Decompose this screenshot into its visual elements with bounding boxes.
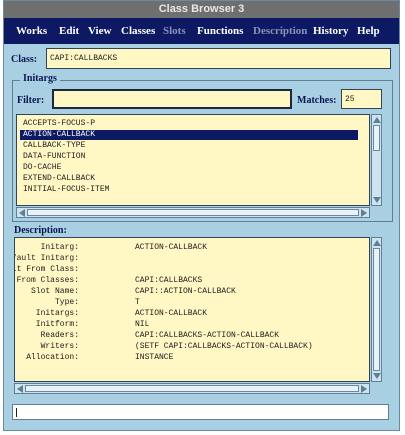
menu-edit[interactable]: Edit: [59, 25, 79, 37]
description-row: Readers: CAPI:CALLBACKS-ACTION-CALLBACK: [15, 330, 369, 341]
description-label: Description:: [14, 225, 67, 236]
menu-bar: Works Edit View Classes Slots Functions …: [4, 18, 399, 44]
class-browser-window: Class Browser 3 Works Edit View Classes …: [3, 0, 400, 431]
scroll-thumb[interactable]: [373, 248, 380, 371]
description-row: Default Initarg:: [15, 253, 369, 264]
menu-history[interactable]: History: [313, 25, 348, 37]
menu-works[interactable]: Works: [16, 25, 47, 37]
initargs-list[interactable]: ACCEPTS-FOCUS-P ACTION-CALLBACK CALLBACK…: [16, 114, 370, 206]
filter-label: Filter:: [17, 95, 45, 106]
description-row-label: Writers:: [40, 342, 79, 351]
description-row-value: T: [135, 298, 140, 307]
scroll-left-icon[interactable]: [19, 209, 25, 217]
description-row: Writers: (SETF CAPI:CALLBACKS-ACTION-CAL…: [15, 341, 369, 352]
scroll-up-icon[interactable]: [373, 117, 381, 123]
description-row-label: Readers:: [40, 331, 79, 340]
menu-slots: Slots: [163, 25, 186, 37]
description-row-label: Initarg:: [40, 243, 79, 252]
description-row: From Classes: CAPI:CALLBACKS: [15, 275, 369, 286]
window-title[interactable]: Class Browser 3: [4, 1, 399, 18]
list-vertical-scrollbar[interactable]: [371, 114, 382, 206]
description-row: Default From Class:: [15, 264, 369, 275]
description-row-value: CAPI::ACTION-CALLBACK: [135, 287, 236, 296]
list-item[interactable]: DATA-FUNCTION: [23, 152, 358, 162]
scroll-thumb[interactable]: [25, 385, 359, 392]
description-horizontal-scrollbar[interactable]: [14, 383, 370, 394]
description-row-value: ACTION-CALLBACK: [135, 243, 208, 252]
description-row-label: Initform:: [35, 320, 79, 329]
menu-description: Description: [253, 25, 308, 37]
description-pane[interactable]: Initarg: ACTION-CALLBACK Default Initarg…: [14, 237, 370, 382]
scroll-right-icon[interactable]: [361, 385, 367, 393]
description-row-label: Type:: [54, 298, 79, 307]
menu-classes[interactable]: Classes: [121, 25, 155, 37]
class-field[interactable]: CAPI:CALLBACKS: [46, 48, 391, 69]
filter-input[interactable]: [52, 89, 292, 109]
list-item[interactable]: CALLBACK-TYPE: [23, 141, 358, 151]
scroll-thumb[interactable]: [27, 209, 359, 216]
scroll-up-icon[interactable]: [373, 240, 381, 246]
description-row-value: INSTANCE: [135, 353, 174, 362]
list-item[interactable]: ACCEPTS-FOCUS-P: [23, 119, 358, 129]
description-row-label: Slot Name:: [30, 287, 79, 296]
description-row: Allocation: INSTANCE: [15, 352, 369, 363]
description-row-value: CAPI:CALLBACKS: [135, 276, 203, 285]
description-row: Type: T: [15, 297, 369, 308]
scroll-right-icon[interactable]: [361, 209, 367, 217]
status-bar[interactable]: [12, 404, 389, 420]
menu-view[interactable]: View: [88, 25, 111, 37]
initargs-group-title: Initargs: [20, 73, 60, 84]
list-item[interactable]: EXTEND-CALLBACK: [23, 174, 358, 184]
description-row-label: Allocation:: [26, 353, 79, 362]
description-row-label: Initargs:: [35, 309, 79, 318]
list-item-selected[interactable]: ACTION-CALLBACK: [20, 130, 358, 140]
class-label: Class:: [11, 54, 38, 65]
matches-count: 25: [341, 89, 382, 109]
description-row-label: Default Initarg:: [15, 254, 79, 263]
description-row: Initform: NIL: [15, 319, 369, 330]
description-row-label: Default From Class:: [15, 265, 79, 274]
scroll-down-icon[interactable]: [373, 373, 381, 379]
description-row: Slot Name: CAPI::ACTION-CALLBACK: [15, 286, 369, 297]
scroll-left-icon[interactable]: [17, 385, 23, 393]
menu-functions[interactable]: Functions: [197, 25, 243, 37]
description-row: Initarg: ACTION-CALLBACK: [15, 242, 369, 253]
text-cursor: [16, 408, 17, 417]
scroll-thumb[interactable]: [373, 125, 380, 151]
description-row-value: ACTION-CALLBACK: [135, 309, 208, 318]
description-row-value: (SETF CAPI:CALLBACKS-ACTION-CALLBACK): [135, 342, 313, 351]
scroll-down-icon[interactable]: [373, 197, 381, 203]
list-horizontal-scrollbar[interactable]: [16, 207, 370, 218]
description-row-label: From Classes:: [16, 276, 79, 285]
list-item[interactable]: DO-CACHE: [23, 163, 358, 173]
matches-label: Matches:: [297, 95, 337, 106]
description-row-value: CAPI:CALLBACKS-ACTION-CALLBACK: [135, 331, 280, 340]
description-vertical-scrollbar[interactable]: [371, 237, 382, 382]
description-row: Initargs: ACTION-CALLBACK: [15, 308, 369, 319]
menu-help[interactable]: Help: [357, 25, 380, 37]
description-row-value: NIL: [135, 320, 150, 329]
list-item[interactable]: INITIAL-FOCUS-ITEM: [23, 185, 358, 195]
